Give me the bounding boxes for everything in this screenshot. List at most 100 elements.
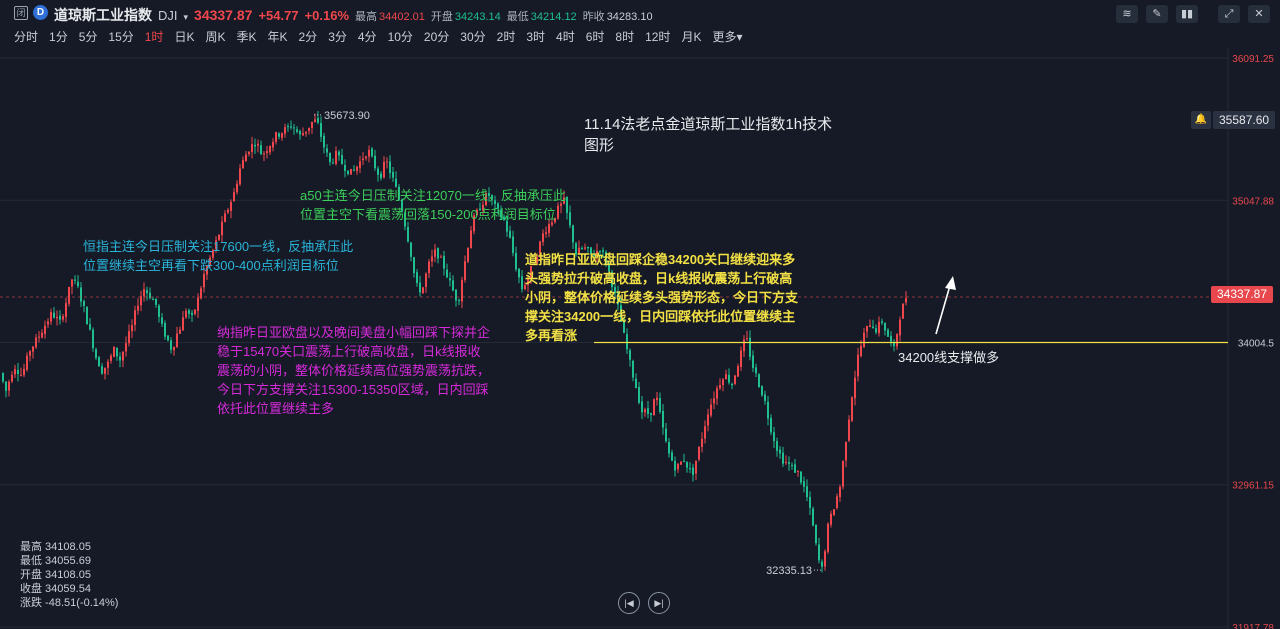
- chevron-down-icon[interactable]: ▾: [184, 12, 189, 23]
- candle-body: [101, 366, 103, 374]
- open-value: 34243.14: [454, 11, 501, 23]
- skip-back-icon[interactable]: |◀: [618, 592, 640, 614]
- period-tab[interactable]: 周K: [205, 28, 225, 45]
- candle-body: [296, 129, 298, 132]
- candle-body: [587, 247, 589, 249]
- annotation-dji: 道指昨日亚欧盘回踩企稳34200关口继续迎来多 头强势拉升破高收盘，日k线报收震…: [525, 250, 798, 345]
- period-tab[interactable]: 更多▾: [712, 28, 742, 45]
- candle-body: [779, 449, 781, 454]
- period-tab[interactable]: 月K: [681, 28, 701, 45]
- candle-body: [380, 173, 382, 179]
- candle-body: [20, 374, 22, 376]
- draw-tool-icon[interactable]: ✎: [1146, 5, 1168, 23]
- prev-close-label: 昨收: [582, 11, 605, 23]
- candle-body: [641, 401, 643, 413]
- period-tab[interactable]: 4分: [358, 28, 377, 45]
- candle-body: [785, 462, 787, 464]
- period-tab[interactable]: 5分: [79, 28, 98, 45]
- skip-forward-icon[interactable]: ▶|: [648, 592, 670, 614]
- period-tab[interactable]: 12时: [645, 28, 670, 45]
- candle-body: [884, 322, 886, 331]
- candle-body: [467, 248, 469, 262]
- candle-body: [440, 256, 442, 258]
- low-value: 34214.12: [530, 11, 577, 23]
- candle-body: [788, 462, 790, 464]
- candle-body: [407, 226, 409, 242]
- candle-body: [344, 164, 346, 171]
- period-tab[interactable]: 8时: [615, 28, 634, 45]
- expand-icon[interactable]: ⤢: [1218, 5, 1240, 23]
- candle-body: [770, 417, 772, 433]
- candle-body: [848, 419, 850, 441]
- period-tab[interactable]: 2时: [497, 28, 516, 45]
- candle-body: [701, 438, 703, 448]
- candle-body: [278, 133, 280, 137]
- up-arrow-head: [945, 276, 956, 290]
- annotation-line: 11.14法老点金道琼斯工业指数1h技术: [584, 116, 833, 133]
- period-tab[interactable]: 2分: [299, 28, 318, 45]
- candle-body: [368, 149, 370, 157]
- candle-body: [254, 144, 256, 147]
- period-tabs: 分时 1分 5分 15分 1时 日K 周K 季K 年K 2分 3分 4分 10分 20分 30分 2时 3时 4时…: [14, 28, 753, 45]
- period-tab[interactable]: 20分: [424, 28, 449, 45]
- candle-body: [314, 119, 316, 123]
- y-tick-label: 32961.15: [1232, 481, 1274, 492]
- period-tab[interactable]: 1分: [49, 28, 68, 45]
- annotation-a50: a50主连今日压制关注12070一线，反抽承压此 位置主空下看震荡回落150-2…: [300, 186, 566, 224]
- candle-body: [452, 280, 454, 291]
- bell-icon[interactable]: 🔔: [1191, 111, 1211, 129]
- candle-body: [731, 383, 733, 386]
- candle-body: [62, 316, 64, 320]
- period-tab[interactable]: 4时: [556, 28, 575, 45]
- period-tab[interactable]: 1时: [145, 28, 164, 45]
- candle-body: [455, 289, 457, 301]
- symbol-code[interactable]: DJI: [158, 8, 178, 23]
- candle-body: [119, 356, 121, 361]
- top-bar: 闭 D 道琼斯工业指数 DJI ▾ 34337.87 +54.77 +0.16%…: [0, 0, 1280, 26]
- candle-body: [23, 368, 25, 376]
- candle-body: [125, 343, 127, 352]
- candle-body: [689, 468, 691, 470]
- candle-body: [107, 361, 109, 368]
- close-icon[interactable]: ✕: [1248, 5, 1270, 23]
- candle-body: [728, 374, 730, 383]
- trend-tool-icon[interactable]: ≋: [1116, 5, 1138, 23]
- close-panel-icon[interactable]: 闭: [14, 6, 28, 20]
- candle-body: [233, 192, 235, 202]
- period-tab[interactable]: 15分: [108, 28, 133, 45]
- period-tab[interactable]: 季K: [236, 28, 256, 45]
- period-tab[interactable]: 日K: [174, 28, 194, 45]
- candle-body: [179, 329, 181, 334]
- candle-body: [866, 325, 868, 332]
- period-tab[interactable]: 10分: [388, 28, 413, 45]
- candle-body: [305, 131, 307, 134]
- price-change: +54.77: [258, 8, 299, 23]
- candle-body: [53, 312, 55, 318]
- period-tab[interactable]: 3分: [328, 28, 347, 45]
- annotation-line: 恒指主连今日压制关注17600一线，反抽承压此: [83, 239, 354, 254]
- period-tab[interactable]: 30分: [460, 28, 485, 45]
- candle-body: [683, 460, 685, 462]
- candle-body: [146, 290, 148, 294]
- candle-body: [647, 408, 649, 414]
- period-tab[interactable]: 3时: [526, 28, 545, 45]
- annotation-ndx: 纳指昨日亚欧盘以及晚间美盘小幅回踩下探并企 稳于15470关口震荡上行破高收盘，…: [217, 323, 490, 418]
- candle-body: [230, 202, 232, 211]
- candle-body: [11, 374, 13, 382]
- candle-body: [413, 257, 415, 274]
- candle-body: [839, 486, 841, 498]
- period-tab[interactable]: 分时: [14, 28, 38, 45]
- period-tab[interactable]: 6时: [586, 28, 605, 45]
- candle-body: [287, 126, 289, 128]
- candle-body: [806, 486, 808, 498]
- period-tab[interactable]: 年K: [267, 28, 287, 45]
- candle-body: [98, 357, 100, 367]
- price-alert[interactable]: 🔔 35587.60: [1191, 111, 1276, 129]
- candle-body: [245, 154, 247, 162]
- candle-body: [383, 161, 385, 178]
- candle-body: [239, 168, 241, 185]
- candle-body: [338, 151, 340, 156]
- candle-body: [140, 296, 142, 306]
- candle-body: [290, 126, 292, 128]
- indicator-tool-icon[interactable]: ▮▮: [1176, 5, 1198, 23]
